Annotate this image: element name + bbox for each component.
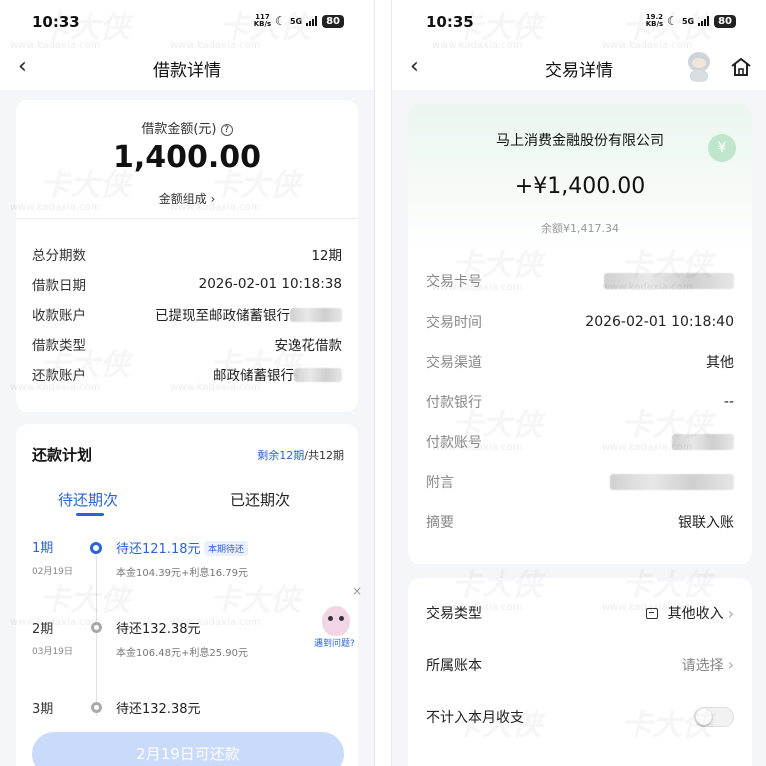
network-speed: 117 KB/s (253, 13, 272, 28)
loan-summary-card: 借款金额(元) ? 1,400.00 金额组成 › 总分期数 12期 借款日期 20… (16, 100, 358, 412)
field-summary: 摘要 银联入账 (426, 515, 734, 531)
repayment-plan-card: 还款计划 剩余12期/共12期 待还期次 已还期次 1期 02月19日 待还12… (16, 424, 362, 766)
home-icon[interactable] (730, 57, 752, 77)
due-amount: 待还132.38元 (116, 702, 201, 717)
merchant-name: 马上消费金融股份有限公司 (496, 133, 664, 149)
exclude-toggle[interactable] (694, 707, 734, 727)
detail-row-repay-account: 还款账户 邮政储蓄银行 (32, 363, 342, 385)
screenshot-divider (374, 0, 392, 766)
current-badge: 本期待还 (204, 541, 249, 556)
period-label: 1期 (32, 541, 54, 556)
timeline-dot (91, 622, 102, 633)
chevron-right-icon: › (727, 603, 734, 623)
principal-interest: 本金104.39元+利息16.79元 (116, 568, 249, 579)
status-time: 10:35 (426, 13, 474, 31)
tab-paid[interactable]: 已还期次 (230, 489, 290, 510)
detail-row-receive-account: 收款账户 已提现至邮政储蓄银行 (32, 303, 342, 325)
plan-title: 还款计划 (32, 446, 93, 464)
status-time: 10:33 (32, 13, 80, 31)
masked-account (294, 368, 342, 382)
detail-row-date: 借款日期 2026-02-01 10:18:38 (32, 276, 342, 294)
nav-bar: ‹ 借款详情 (0, 44, 374, 90)
detail-row-periods: 总分期数 12期 (32, 248, 342, 264)
status-icons: 117 KB/s ☾ 5G 80 (254, 14, 344, 28)
moon-icon: ☾ (667, 14, 678, 28)
repay-button[interactable]: 2月19日可还款 (32, 732, 344, 766)
transaction-detail-screen: 10:35 19.2 KB/s ☾ 5G 80 ‹ 交易详情 ¥ 马上消费金融股份… (392, 0, 766, 766)
assistant-avatar-icon[interactable] (684, 50, 714, 82)
divider (16, 218, 358, 219)
amount-label: 借款金额(元) (141, 122, 217, 137)
masked-memo (610, 474, 734, 490)
moon-icon: ☾ (275, 14, 286, 28)
field-memo: 附言 (426, 471, 734, 493)
period-label: 3期 (32, 702, 54, 717)
network-speed: 19.2 KB/s (645, 13, 664, 28)
battery-icon: 80 (714, 14, 736, 28)
detail-row-loan-type: 借款类型 安逸花借款 (32, 338, 342, 354)
wallet-icon (645, 607, 658, 619)
signal-5g-label: 5G (681, 16, 695, 26)
timeline-line (96, 556, 97, 716)
status-bar: 10:33 117 KB/s ☾ 5G 80 (0, 0, 374, 44)
loan-amount: 1,400.00 (112, 140, 262, 175)
field-card-number: 交易卡号 (426, 270, 734, 292)
masked-pay-account (672, 434, 734, 450)
field-pay-bank: 付款银行 -- (426, 394, 734, 411)
amount-label-row: 借款金额(元) ? (16, 118, 358, 137)
period-date: 02月19日 (32, 567, 73, 577)
principal-interest: 本金106.48元+利息25.90元 (116, 648, 249, 659)
plan-progress: 剩余12期/共12期 (257, 449, 344, 462)
loan-detail-screen: 10:33 117 KB/s ☾ 5G 80 ‹ 借款详情 借款金额(元) ? 1… (0, 0, 374, 766)
period-date: 03月19日 (32, 647, 73, 657)
status-icons: 19.2 KB/s ☾ 5G 80 (646, 14, 736, 28)
masked-card-number (604, 273, 734, 289)
period-label: 2期 (32, 622, 54, 637)
due-amount: 待还132.38元 (116, 622, 201, 637)
battery-icon: 80 (322, 14, 344, 28)
status-bar: 10:35 19.2 KB/s ☾ 5G 80 (392, 0, 766, 44)
help-label: 遇到问题? (312, 636, 357, 649)
tab-pending[interactable]: 待还期次 (58, 489, 118, 510)
info-icon[interactable]: ? (220, 124, 233, 136)
page-title: 借款详情 (153, 61, 221, 81)
close-icon[interactable]: × (352, 584, 362, 598)
chevron-right-icon: › (727, 655, 734, 674)
timeline-dot-active (90, 542, 102, 554)
masked-account (290, 308, 342, 322)
field-time: 交易时间 2026-02-01 10:18:40 (426, 314, 734, 331)
nav-bar: ‹ 交易详情 (392, 44, 766, 90)
ledger-row[interactable]: 所属账本 请选择 › (426, 654, 734, 676)
due-amount: 待还121.18元 (116, 542, 201, 557)
transaction-amount: +¥1,400.00 (514, 174, 646, 199)
tab-indicator (76, 513, 104, 516)
transaction-type-row[interactable]: 交易类型 其他收入 › (426, 602, 734, 624)
timeline-dot (91, 702, 102, 713)
help-mascot[interactable]: × 遇到问题? (312, 584, 362, 654)
field-pay-account: 付款账号 (426, 431, 734, 453)
transaction-card: ¥ 马上消费金融股份有限公司 +¥1,400.00 余额¥1,417.34 交易… (408, 104, 752, 564)
mascot-icon (322, 606, 350, 636)
exclude-row: 不计入本月收支 (426, 706, 734, 728)
signal-icon (698, 16, 710, 26)
field-channel: 交易渠道 其他 (426, 355, 734, 371)
amount-composition-link[interactable]: 金额组成 › (16, 190, 358, 207)
signal-5g-label: 5G (289, 16, 303, 26)
classification-card: 交易类型 其他收入 › 所属账本 请选择 › 不计入本月收支 (408, 578, 752, 766)
balance-text: 余额¥1,417.34 (541, 222, 619, 235)
signal-icon (306, 16, 318, 26)
